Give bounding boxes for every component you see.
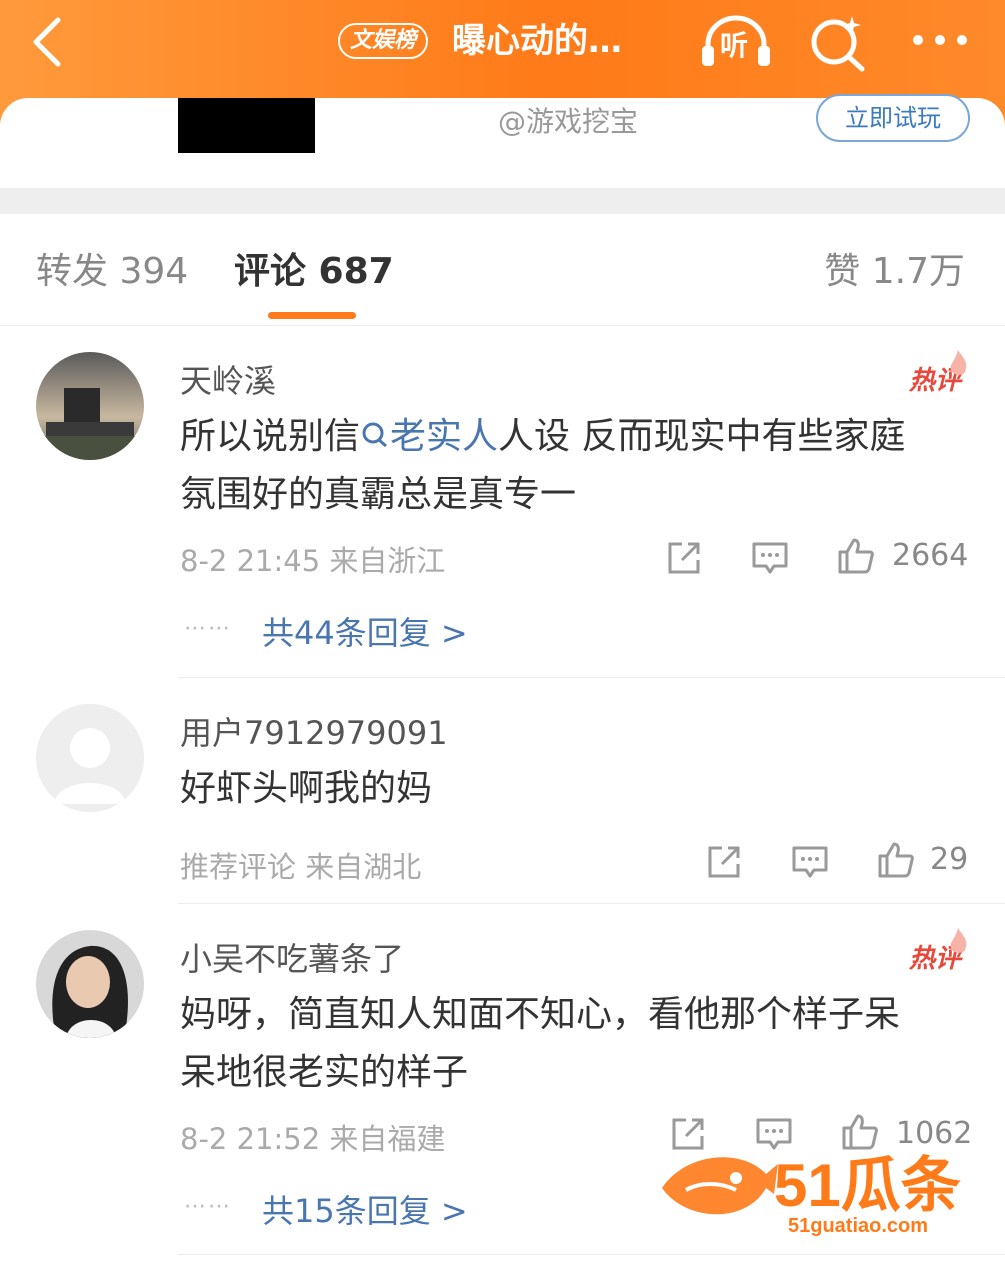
listen-button[interactable]: 听 (700, 14, 772, 70)
comment-text: 好虾头啊我的妈 (180, 768, 433, 809)
watermark-url: 51guatiao.com (788, 1215, 928, 1237)
like-count: 2664 (892, 538, 969, 573)
back-arrow-icon (33, 17, 61, 67)
listen-label: 听 (720, 29, 749, 62)
topic-link[interactable]: 老实人 (360, 416, 498, 457)
comment-text-part: 呆地很老实的样子 (180, 1052, 469, 1093)
comment-item: 天岭溪 热评 所以说别信 老实人人设 反而现实中有些家庭 氛围好的真霸总是真专一 … (0, 326, 1005, 676)
comment-divider (178, 1254, 1005, 1255)
section-divider (0, 188, 1005, 214)
try-now-button[interactable]: 立即试玩 (816, 94, 970, 142)
flame-icon (950, 928, 967, 953)
comment-text: 妈呀，简直知人知面不知心，看他那个样子呆 呆地很老实的样子 (180, 986, 970, 1102)
reply-dots: ⋯⋯ (184, 616, 232, 641)
avatar[interactable] (36, 352, 144, 460)
more-dots-icon (913, 35, 967, 45)
hot-comment-badge: 热评 (909, 350, 967, 397)
tab-repost[interactable]: 转发 394 (36, 250, 188, 294)
comment-text-part: 人设 反而现实中有些家庭 (498, 416, 906, 457)
ad-card: @游戏挖宝 立即试玩 (0, 94, 1005, 188)
comment-item: 用户7912979091 好虾头啊我的妈 推荐评论 来自湖北 29 (0, 678, 1005, 903)
page-title: 曝心动的… (452, 21, 622, 61)
comment-username[interactable]: 小吴不吃薯条了 (180, 934, 404, 980)
tab-comment[interactable]: 评论 687 (234, 250, 394, 294)
trending-badge[interactable]: 文娱榜 (338, 23, 429, 59)
avatar[interactable] (36, 930, 144, 1038)
comment-username[interactable]: 天岭溪 (180, 356, 276, 402)
reply-dots: ⋯⋯ (184, 1194, 232, 1219)
comment-icon[interactable] (790, 842, 830, 882)
ad-video-thumbnail[interactable] (178, 98, 315, 153)
back-button[interactable] (22, 14, 78, 70)
share-icon[interactable] (704, 842, 744, 882)
comment-username[interactable]: 用户7912979091 (180, 708, 448, 754)
share-icon[interactable] (664, 538, 704, 578)
comment-text-part: 氛围好的真霸总是真专一 (180, 474, 577, 515)
search-button[interactable] (808, 12, 868, 72)
hot-comment-badge: 热评 (909, 928, 967, 975)
thumbs-up-icon[interactable] (836, 536, 876, 576)
comment-text-part: 所以说别信 (180, 416, 361, 457)
comment-meta: 8-2 21:52 来自福建 (180, 1122, 446, 1156)
active-tab-indicator (268, 312, 356, 319)
view-replies-link[interactable]: 共44条回复 > (262, 608, 468, 654)
watermark-logo: 51瓜条 51guatiao.com (656, 1138, 976, 1238)
more-button[interactable] (910, 22, 970, 58)
search-sparkle-icon (811, 16, 865, 72)
comment-text: 所以说别信 老实人人设 反而现实中有些家庭 氛围好的真霸总是真专一 (180, 408, 970, 524)
view-replies-link[interactable]: 共15条回复 > (262, 1186, 468, 1232)
tab-like[interactable]: 赞 1.7万 (824, 250, 965, 294)
search-icon (362, 422, 387, 448)
thumbs-up-icon[interactable] (876, 840, 916, 880)
comment-meta: 推荐评论 来自湖北 (180, 850, 422, 884)
comment-text-part: 妈呀，简直知人知面不知心，看他那个样子呆 (180, 994, 901, 1035)
ad-source[interactable]: @游戏挖宝 (498, 100, 638, 140)
flame-icon (950, 350, 967, 375)
interaction-tabs: 转发 394 评论 687 赞 1.7万 (0, 214, 1005, 326)
comment-icon[interactable] (750, 538, 790, 578)
like-count: 29 (930, 842, 969, 877)
topic-link-text: 老实人 (390, 416, 499, 457)
avatar[interactable] (36, 704, 144, 812)
comment-meta: 8-2 21:45 来自浙江 (180, 544, 446, 578)
watermark-brand: 51瓜条 (774, 1152, 961, 1219)
